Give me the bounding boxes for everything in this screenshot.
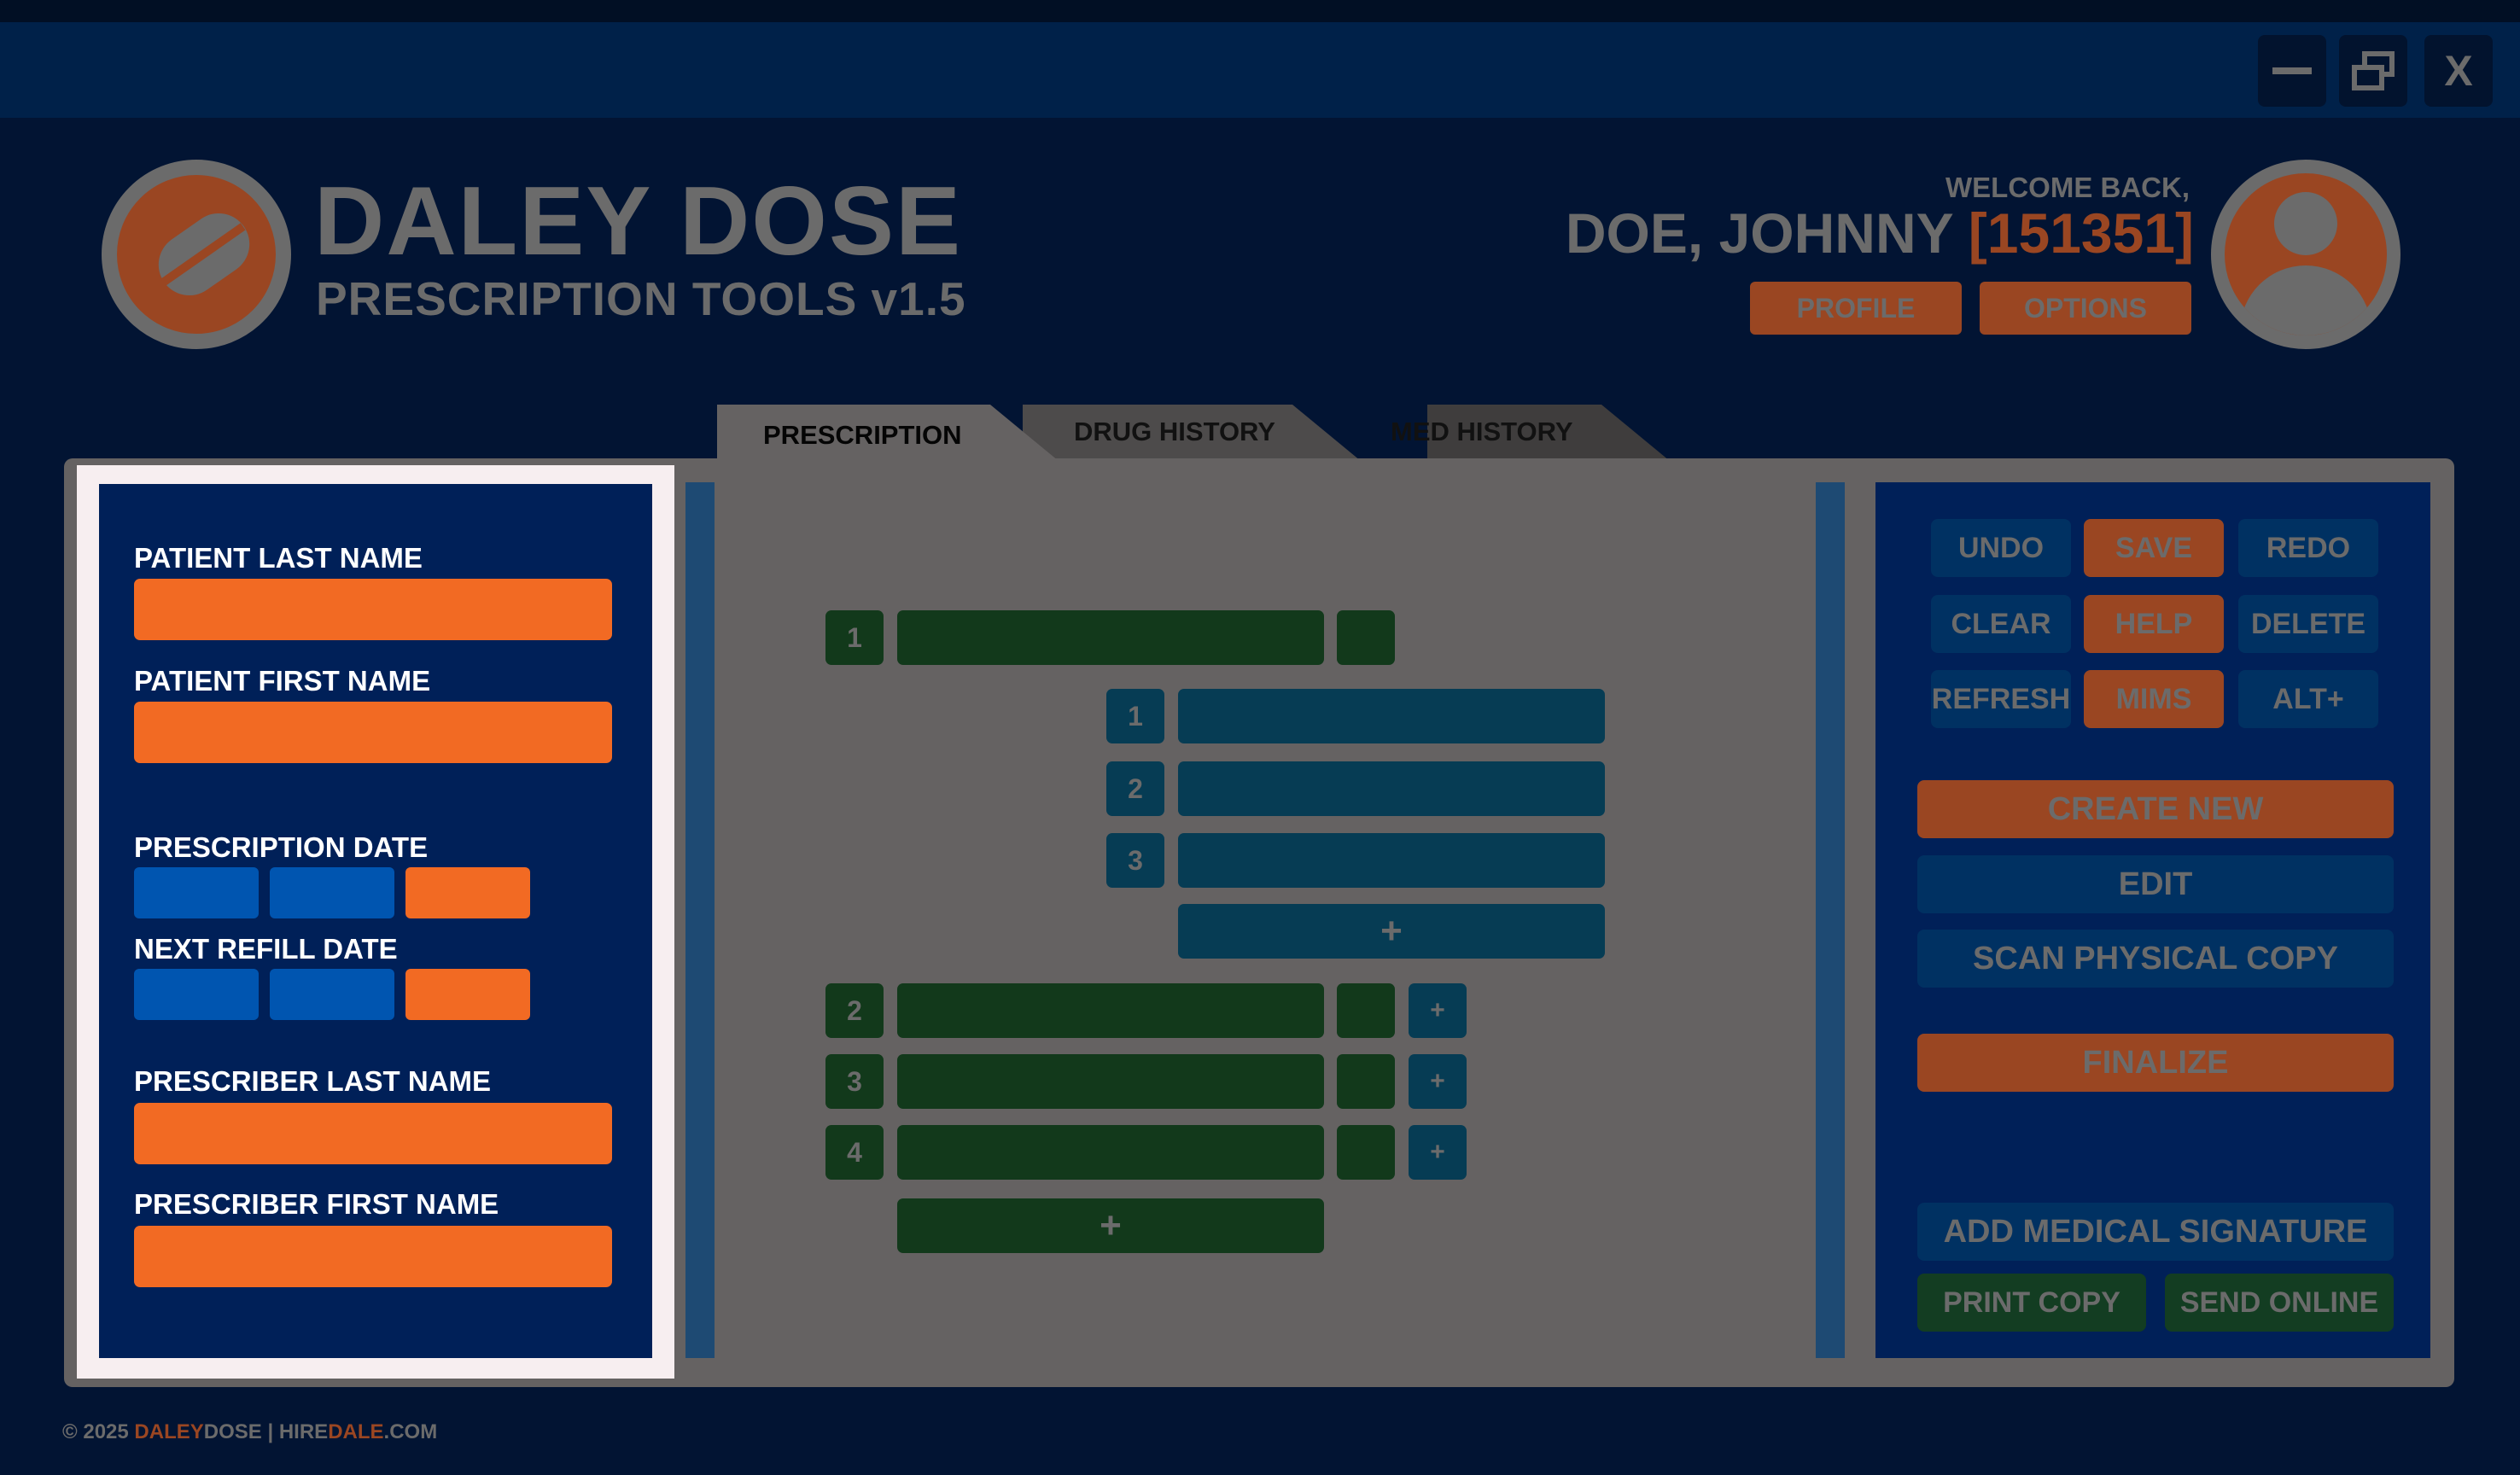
patient-first-name-input[interactable] xyxy=(134,702,612,763)
add-item-button[interactable]: + xyxy=(897,1198,1324,1253)
brand-title: DALEY DOSE xyxy=(314,167,963,276)
create-new-button[interactable]: CREATE NEW xyxy=(1917,780,2394,838)
tab-drug-history-label: DRUG HISTORY xyxy=(1074,417,1275,446)
close-button[interactable]: X xyxy=(2424,35,2493,107)
next-refill-date-label: NEXT REFILL DATE xyxy=(134,933,398,965)
redo-button[interactable]: REDO xyxy=(2238,519,2378,577)
tab-drug-history[interactable]: DRUG HISTORY xyxy=(1023,403,1361,461)
prescriber-last-name-label: PRESCRIBER LAST NAME xyxy=(134,1065,492,1097)
prescriber-first-name-label: PRESCRIBER FIRST NAME xyxy=(134,1188,499,1220)
user-line: DOE, JOHNNY [151351] xyxy=(1451,205,2194,261)
footer-site-c: .COM xyxy=(383,1420,438,1443)
footer-site-b: DALE xyxy=(328,1420,384,1443)
finalize-button[interactable]: FINALIZE xyxy=(1917,1034,2394,1092)
item-qty-field[interactable] xyxy=(1337,983,1395,1038)
prescription-date-year[interactable] xyxy=(405,867,530,918)
footer: © 2025 DALEYDOSE | HIREDALE.COM xyxy=(62,1420,437,1444)
item-drug-field[interactable] xyxy=(897,983,1324,1038)
item-qty-field[interactable] xyxy=(1337,610,1395,665)
sub-item-number[interactable]: 2 xyxy=(1106,761,1164,816)
item-drug-field[interactable] xyxy=(897,1125,1324,1180)
footer-brand-b: DOSE xyxy=(203,1420,262,1443)
expand-item-button[interactable]: + xyxy=(1409,1054,1467,1109)
welcome-label: WELCOME BACK, xyxy=(1945,172,2190,203)
prescriber-first-name-input[interactable] xyxy=(134,1226,612,1287)
patient-last-name-input[interactable] xyxy=(134,579,612,640)
patient-last-name-label: PATIENT LAST NAME xyxy=(134,542,423,574)
scan-physical-copy-button[interactable]: SCAN PHYSICAL COPY xyxy=(1917,930,2394,988)
avatar[interactable] xyxy=(2211,160,2400,349)
undo-button[interactable]: UNDO xyxy=(1931,519,2071,577)
avatar-head-icon xyxy=(2274,192,2337,255)
sub-item-field[interactable] xyxy=(1178,689,1605,743)
tab-med-history[interactable]: MED HISTORY xyxy=(1332,403,1670,461)
tab-prescription-label: PRESCRIPTION xyxy=(763,420,962,450)
help-button[interactable]: HELP xyxy=(2084,595,2224,653)
refill-date-month[interactable] xyxy=(270,969,394,1020)
item-number[interactable]: 4 xyxy=(825,1125,884,1180)
expand-item-button[interactable]: + xyxy=(1409,983,1467,1038)
expand-item-button[interactable]: + xyxy=(1409,1125,1467,1180)
send-online-button[interactable]: SEND ONLINE xyxy=(2165,1274,2394,1332)
delete-button[interactable]: DELETE xyxy=(2238,595,2378,653)
logo xyxy=(102,160,291,349)
sub-item-number[interactable]: 1 xyxy=(1106,689,1164,743)
restore-icon xyxy=(2352,51,2395,90)
footer-separator: | xyxy=(267,1420,274,1443)
close-icon: X xyxy=(2444,47,2473,95)
right-scrollbar[interactable] xyxy=(1816,482,1845,1358)
footer-site-a: HIRE xyxy=(278,1420,329,1443)
prescription-date-label: PRESCRIPTION DATE xyxy=(134,831,429,863)
item-drug-field[interactable] xyxy=(897,610,1324,665)
options-button[interactable]: OPTIONS xyxy=(1980,282,2191,335)
item-number[interactable]: 1 xyxy=(825,610,884,665)
tab-prescription[interactable]: PRESCRIPTION xyxy=(717,403,1059,461)
copyright: © 2025 xyxy=(62,1420,129,1443)
item-qty-field[interactable] xyxy=(1337,1054,1395,1109)
refill-date-year[interactable] xyxy=(405,969,530,1020)
refresh-button[interactable]: REFRESH xyxy=(1931,670,2071,728)
sub-item-field[interactable] xyxy=(1178,833,1605,888)
user-name: DOE, JOHNNY xyxy=(1565,201,1953,265)
edit-button[interactable]: EDIT xyxy=(1917,855,2394,913)
print-copy-button[interactable]: PRINT COPY xyxy=(1917,1274,2146,1332)
patient-first-name-label: PATIENT FIRST NAME xyxy=(134,665,431,697)
tab-med-history-label: MED HISTORY xyxy=(1391,417,1573,446)
alt-button[interactable]: ALT+ xyxy=(2238,670,2378,728)
prescriber-last-name-input[interactable] xyxy=(134,1103,612,1164)
user-id: [151351] xyxy=(1968,201,2194,265)
minimize-icon xyxy=(2272,67,2312,74)
prescription-date-day[interactable] xyxy=(134,867,259,918)
item-number[interactable]: 2 xyxy=(825,983,884,1038)
title-bar[interactable] xyxy=(0,22,2520,118)
refill-date-day[interactable] xyxy=(134,969,259,1020)
footer-site-link[interactable]: HIREDALE.COM xyxy=(279,1420,437,1443)
profile-button[interactable]: PROFILE xyxy=(1750,282,1962,335)
item-drug-field[interactable] xyxy=(897,1054,1324,1109)
restore-button[interactable] xyxy=(2339,35,2407,107)
minimize-button[interactable] xyxy=(2258,35,2326,107)
item-number[interactable]: 3 xyxy=(825,1054,884,1109)
footer-brand-a: DALEY xyxy=(134,1420,204,1443)
brand-subtitle: PRESCRIPTION TOOLS v1.5 xyxy=(316,272,966,325)
save-button[interactable]: SAVE xyxy=(2084,519,2224,577)
sub-item-number[interactable]: 3 xyxy=(1106,833,1164,888)
sub-item-field[interactable] xyxy=(1178,761,1605,816)
clear-button[interactable]: CLEAR xyxy=(1931,595,2071,653)
mims-button[interactable]: MIMS xyxy=(2084,670,2224,728)
prescription-date-month[interactable] xyxy=(270,867,394,918)
avatar-body-icon xyxy=(2240,265,2371,335)
item-qty-field[interactable] xyxy=(1337,1125,1395,1180)
left-scrollbar[interactable] xyxy=(685,482,715,1358)
top-strip xyxy=(0,0,2520,22)
add-sub-item-button[interactable]: + xyxy=(1178,904,1605,959)
add-medical-signature-button[interactable]: ADD MEDICAL SIGNATURE xyxy=(1917,1203,2394,1261)
